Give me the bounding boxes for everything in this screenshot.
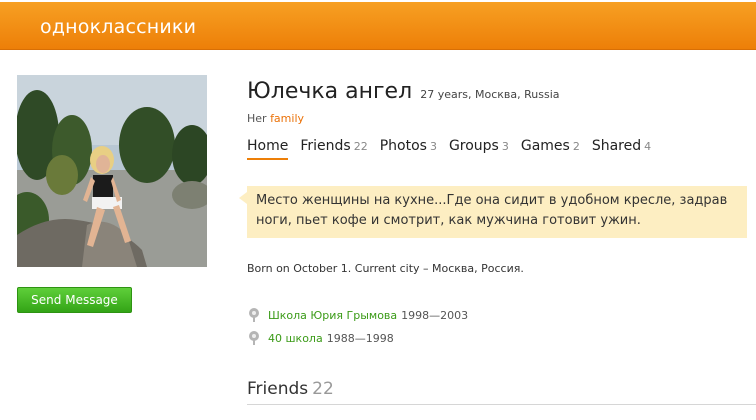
school-link[interactable]: Школа Юрия Грымова bbox=[268, 309, 397, 322]
school-entry: Школа Юрия Грымова 1998—2003 bbox=[247, 307, 468, 323]
family-line: Her family bbox=[247, 112, 304, 125]
school-pin-icon bbox=[249, 331, 259, 345]
school-link[interactable]: 40 школа bbox=[268, 332, 323, 345]
tab-count: 4 bbox=[644, 140, 652, 153]
school-years: 1988—1998 bbox=[326, 331, 394, 345]
tab-games[interactable]: Games 2 bbox=[521, 138, 580, 160]
section-divider bbox=[247, 404, 756, 405]
tab-count: 22 bbox=[353, 140, 368, 153]
tab-label: Home bbox=[247, 138, 289, 154]
school-pin-icon bbox=[249, 308, 259, 322]
tab-home[interactable]: Home bbox=[247, 138, 289, 160]
tab-label: Shared bbox=[591, 138, 642, 154]
tab-groups[interactable]: Groups 3 bbox=[449, 138, 509, 160]
tab-shared[interactable]: Shared 4 bbox=[592, 138, 651, 160]
profile-tabs: Home Friends 22 Photos 3 Groups 3 Games 2 Sh… bbox=[247, 138, 663, 160]
tab-count: 3 bbox=[429, 140, 437, 153]
friends-title-label: Friends bbox=[247, 379, 309, 399]
tab-label: Groups bbox=[448, 138, 499, 154]
tab-label: Friends bbox=[300, 138, 351, 154]
school-entry: 40 школа 1988—1998 bbox=[247, 330, 394, 346]
tab-friends[interactable]: Friends 22 bbox=[300, 138, 367, 160]
tab-photos[interactable]: Photos 3 bbox=[380, 138, 437, 160]
friends-title-count: 22 bbox=[312, 379, 334, 399]
profile-header: Юлечка ангел 27 years, Москва, Russia bbox=[247, 79, 560, 104]
site-logo[interactable]: одноклассники bbox=[40, 16, 196, 38]
status-pointer bbox=[239, 192, 247, 204]
tab-label: Games bbox=[520, 138, 570, 154]
school-years: 1998—2003 bbox=[401, 308, 469, 322]
send-message-button[interactable]: Send Message bbox=[17, 287, 132, 313]
friends-section-title[interactable]: Friends 22 bbox=[247, 379, 334, 399]
family-link[interactable]: family bbox=[270, 112, 304, 125]
tab-count: 2 bbox=[572, 140, 580, 153]
tab-count: 3 bbox=[501, 140, 509, 153]
top-header-bar: одноклассники bbox=[0, 2, 756, 50]
profile-name: Юлечка ангел bbox=[247, 79, 413, 104]
tab-label: Photos bbox=[379, 138, 427, 154]
profile-photo-image bbox=[17, 75, 207, 267]
profile-photo[interactable] bbox=[17, 75, 207, 267]
family-prefix: Her bbox=[247, 112, 267, 125]
profile-meta: 27 years, Москва, Russia bbox=[420, 88, 560, 101]
status-message: Место женщины на кухне...Где она сидит в… bbox=[247, 186, 747, 238]
birth-info: Born on October 1. Current city – Москва… bbox=[247, 262, 524, 275]
